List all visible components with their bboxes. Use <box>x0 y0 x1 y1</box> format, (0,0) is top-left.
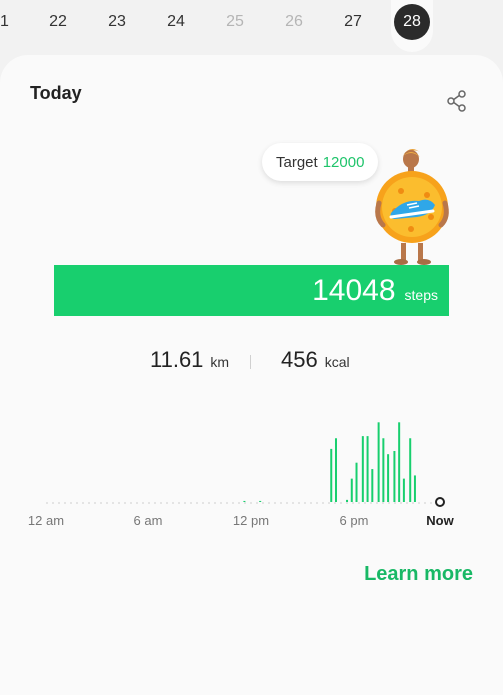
distance-stat: 11.61 km <box>150 347 229 373</box>
calories-value: 456 <box>281 347 318 372</box>
now-marker <box>435 497 445 507</box>
date-item[interactable]: 27 <box>333 0 373 44</box>
mascot-illustration <box>375 148 449 265</box>
calories-stat: 456 kcal <box>281 347 350 373</box>
card-title: Today <box>30 83 82 103</box>
stats-row: 11.61 km 456 kcal <box>0 347 503 377</box>
date-label: 24 <box>167 13 185 30</box>
x-tick-label: 6 am <box>133 513 163 528</box>
date-label: 27 <box>344 13 362 30</box>
date-item[interactable]: 24 <box>156 0 196 44</box>
target-value: 12000 <box>322 153 365 171</box>
steps-count: 14048 <box>312 273 396 307</box>
calories-unit: kcal <box>324 354 350 370</box>
distance-unit: km <box>210 354 230 370</box>
chart-bar <box>382 438 385 502</box>
date-label: 26 <box>285 13 303 30</box>
date-item[interactable]: 21 <box>0 0 20 44</box>
chart-bar <box>398 422 401 502</box>
steps-progress-bar: 14048 steps <box>54 265 449 316</box>
chart-bar <box>243 500 246 502</box>
chart-bar <box>330 448 333 502</box>
hourly-steps-chart: 12 am 6 am 12 pm 6 pm Now <box>0 400 503 540</box>
selected-date-circle: 28 <box>394 4 430 40</box>
chart-plot <box>46 422 445 507</box>
steps-unit: steps <box>404 286 438 303</box>
x-tick-label: Now <box>426 513 454 528</box>
stats-divider <box>250 355 251 369</box>
chart-bar <box>377 422 380 502</box>
date-label: 25 <box>226 13 244 30</box>
steps-progress-fill: 14048 steps <box>54 265 449 316</box>
chart-bar <box>409 438 412 502</box>
chart-bar <box>361 436 364 502</box>
chart-bar <box>413 475 416 502</box>
chart-bar <box>387 454 390 502</box>
distance-value: 11.61 <box>150 347 204 372</box>
chart-bar <box>259 500 262 502</box>
date-item: 25 <box>215 0 255 44</box>
date-item[interactable]: 22 <box>38 0 78 44</box>
chart-bar <box>371 469 374 502</box>
date-item: 26 <box>274 0 314 44</box>
date-label: 22 <box>49 13 67 30</box>
learn-more-link[interactable]: Learn more <box>364 563 473 586</box>
x-tick-label: 12 am <box>27 513 65 528</box>
x-tick-label: 12 pm <box>232 513 270 528</box>
steps-card: Today Target 12000 14048 steps 11.61 km … <box>0 55 503 695</box>
chart-bar <box>350 478 353 502</box>
target-bubble: Target 12000 <box>262 143 379 181</box>
chart-bar <box>402 478 405 502</box>
date-item-selected[interactable]: 28 <box>392 0 432 44</box>
chart-bar <box>334 438 337 502</box>
date-item[interactable]: 23 <box>97 0 137 44</box>
date-strip: 21 22 23 24 25 26 27 28 <box>0 0 503 52</box>
target-label: Target <box>276 153 318 171</box>
date-label: 28 <box>403 13 421 30</box>
chart-bar <box>355 462 358 502</box>
share-icon[interactable] <box>445 89 469 113</box>
chart-bar <box>346 499 349 502</box>
date-label: 21 <box>0 13 9 30</box>
x-tick-label: 6 pm <box>339 513 369 528</box>
date-label: 23 <box>108 13 126 30</box>
chart-bar <box>393 451 396 502</box>
chart-bar <box>366 436 369 502</box>
